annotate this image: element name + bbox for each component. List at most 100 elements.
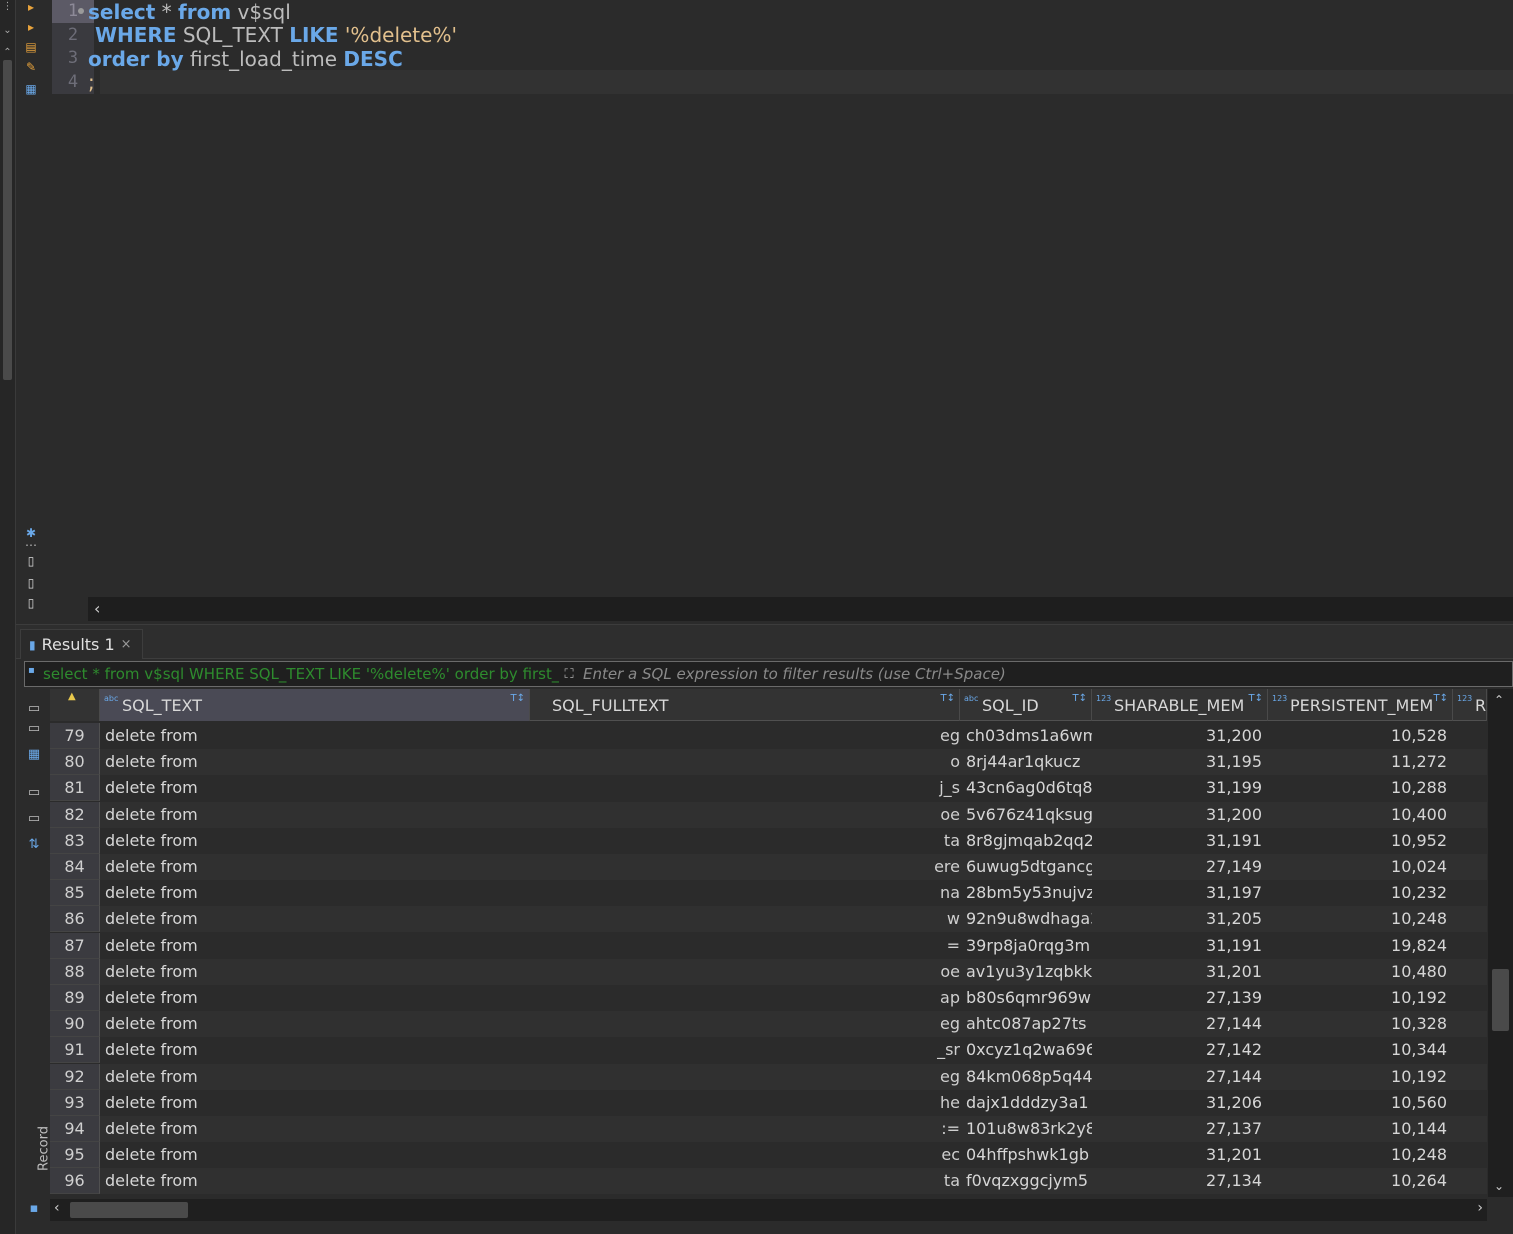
row-number[interactable]: 87 bbox=[50, 932, 100, 959]
menu-dots-icon[interactable]: ⋮ bbox=[2, 2, 13, 12]
column-header-sql-text[interactable]: abc SQL_TEXT T↕ bbox=[100, 689, 530, 721]
cell-sql-fulltext[interactable]: ta bbox=[530, 1168, 960, 1194]
row-number[interactable]: 96 bbox=[50, 1168, 100, 1195]
filter-input[interactable] bbox=[579, 665, 1512, 683]
row-number-header[interactable]: ▲ bbox=[50, 689, 100, 721]
cell-sql-fulltext[interactable]: na bbox=[530, 880, 960, 906]
cell-sharable-mem[interactable]: 31,201 bbox=[1092, 959, 1268, 985]
cell-sql-id[interactable]: ch03dms1a6wm8 bbox=[960, 723, 1092, 749]
cell-sql-id[interactable]: 0xcyz1q2wa696 bbox=[960, 1037, 1092, 1063]
column-header-sql-id[interactable]: abc SQL_ID T↕ bbox=[960, 689, 1092, 721]
layout-icon[interactable]: ▭ bbox=[26, 811, 42, 826]
cell-sql-id[interactable]: 92n9u8wdhaga3 bbox=[960, 906, 1092, 932]
chevron-up-icon[interactable]: ⌃ bbox=[2, 48, 13, 58]
row-number[interactable]: 82 bbox=[50, 801, 100, 828]
cell-sql-text[interactable]: delete from bbox=[100, 723, 530, 749]
cell-sharable-mem[interactable]: 27,144 bbox=[1092, 1011, 1268, 1037]
cell-sql-fulltext[interactable]: ec bbox=[530, 1142, 960, 1168]
cell-sql-text[interactable]: delete from bbox=[100, 1116, 530, 1142]
cell-persistent-mem[interactable]: 11,272 bbox=[1268, 749, 1453, 775]
code-line[interactable]: WHERE SQL_TEXT LIKE '%delete%' bbox=[88, 24, 457, 47]
row-number[interactable]: 84 bbox=[50, 854, 100, 880]
cell-sharable-mem[interactable]: 31,201 bbox=[1092, 1142, 1268, 1168]
horizontal-scroll-thumb[interactable] bbox=[70, 1202, 188, 1218]
cell-sharable-mem[interactable]: 31,200 bbox=[1092, 802, 1268, 828]
column-header-sql-fulltext[interactable]: SQL_FULLTEXT T↕ bbox=[530, 689, 960, 721]
table-row[interactable]: 84 delete from ere 6uwug5dtgancg 27,149 10,02… bbox=[50, 854, 1487, 880]
row-number[interactable]: 90 bbox=[50, 1011, 100, 1038]
cell-persistent-mem[interactable]: 10,480 bbox=[1268, 959, 1453, 985]
column-header-persistent-mem[interactable]: 123 PERSISTENT_MEM T↕ bbox=[1268, 689, 1453, 721]
cell-persistent-mem[interactable]: 10,264 bbox=[1268, 1168, 1453, 1194]
chevron-down-icon[interactable]: ⌄ bbox=[2, 26, 13, 36]
cell-sql-fulltext[interactable]: j_s bbox=[530, 775, 960, 801]
code-text[interactable]: select * from v$sql WHERE SQL_TEXT LIKE … bbox=[88, 0, 457, 94]
scroll-right-icon[interactable]: › bbox=[1477, 1200, 1483, 1216]
table-row[interactable]: 80 delete from o 8rj44ar1qkucz 31,195 11,272 bbox=[50, 749, 1487, 776]
cell-persistent-mem[interactable]: 19,824 bbox=[1268, 933, 1453, 959]
file-export-icon[interactable]: ▯ bbox=[24, 596, 38, 610]
cell-sharable-mem[interactable]: 31,195 bbox=[1092, 749, 1268, 775]
row-number[interactable]: 93 bbox=[50, 1089, 100, 1116]
previous-query-text[interactable]: ▪ select * from v$sql WHERE SQL_TEXT LIK… bbox=[25, 665, 559, 683]
table-row[interactable]: 79delete fromegch03dms1a6wm831,20010,528 bbox=[50, 723, 1487, 749]
cell-sql-text[interactable]: delete from bbox=[100, 1037, 530, 1063]
sort-filter-icon[interactable]: T↕ bbox=[941, 693, 956, 704]
row-number[interactable]: 80 bbox=[50, 749, 100, 776]
cell-persistent-mem[interactable]: 10,192 bbox=[1268, 1064, 1453, 1090]
outer-scroll-thumb[interactable] bbox=[3, 60, 12, 380]
code-line[interactable]: select * from v$sql bbox=[88, 0, 457, 24]
grid-horizontal-scrollbar[interactable]: ‹ › bbox=[50, 1199, 1487, 1221]
cell-sql-id[interactable]: ahtc087ap27ts bbox=[960, 1011, 1092, 1037]
close-icon[interactable]: × bbox=[121, 637, 132, 652]
cell-sharable-mem[interactable]: 31,205 bbox=[1092, 906, 1268, 932]
column-header-sharable-mem[interactable]: 123 SHARABLE_MEM T↕ bbox=[1092, 689, 1268, 721]
text-view-icon[interactable]: ▭ bbox=[26, 721, 42, 736]
cell-sharable-mem[interactable]: 31,197 bbox=[1092, 880, 1268, 906]
cell-sharable-mem[interactable]: 27,149 bbox=[1092, 854, 1268, 880]
cell-sharable-mem[interactable]: 31,206 bbox=[1092, 1090, 1268, 1116]
editor-horizontal-scrollbar[interactable]: ‹ bbox=[88, 597, 1513, 621]
cell-sql-fulltext[interactable]: o bbox=[530, 749, 960, 775]
scroll-left-icon[interactable]: ‹ bbox=[94, 599, 100, 618]
grid-view-icon[interactable]: ▭ bbox=[26, 701, 42, 716]
table-row[interactable]: 82 delete from oe 5v676z41qksug 31,200 10,400 bbox=[50, 801, 1487, 828]
cell-persistent-mem[interactable]: 10,560 bbox=[1268, 1090, 1453, 1116]
sort-filter-icon[interactable]: T↕ bbox=[1434, 693, 1449, 704]
outer-scrollbar[interactable]: ⋮ ⌄ ⌃ bbox=[0, 0, 16, 1234]
cell-sql-text[interactable]: delete from bbox=[100, 1168, 530, 1194]
cell-persistent-mem[interactable]: 10,024 bbox=[1268, 854, 1453, 880]
cell-sql-text[interactable]: delete from bbox=[100, 985, 530, 1011]
cell-sql-text[interactable]: delete from bbox=[100, 933, 530, 959]
tab-results-1[interactable]: ▮ Results 1 × bbox=[20, 629, 143, 659]
cell-sql-id[interactable]: b80s6qmr969wh bbox=[960, 985, 1092, 1011]
execute-new-tab-icon[interactable]: ▤ bbox=[24, 40, 38, 54]
cell-sql-fulltext[interactable]: _sr bbox=[530, 1037, 960, 1063]
cell-sharable-mem[interactable]: 31,191 bbox=[1092, 933, 1268, 959]
table-row[interactable]: 87 delete from = 39rp8ja0rqg3m 31,191 19,824 bbox=[50, 932, 1487, 959]
record-icon[interactable]: ▪ bbox=[26, 1201, 42, 1216]
cell-sql-fulltext[interactable]: oe bbox=[530, 959, 960, 985]
cell-sql-fulltext[interactable]: ap bbox=[530, 985, 960, 1011]
cell-sql-text[interactable]: delete from bbox=[100, 906, 530, 932]
file-icon[interactable]: ▯ bbox=[24, 554, 38, 568]
fold-marker-icon[interactable] bbox=[78, 8, 84, 14]
cell-persistent-mem[interactable]: 10,952 bbox=[1268, 828, 1453, 854]
cell-persistent-mem[interactable]: 10,328 bbox=[1268, 1011, 1453, 1037]
cell-sharable-mem[interactable]: 27,142 bbox=[1092, 1037, 1268, 1063]
table-icon[interactable]: ▦ bbox=[26, 747, 42, 762]
row-number[interactable]: 79 bbox=[50, 723, 100, 749]
cell-sql-text[interactable]: delete from bbox=[100, 1142, 530, 1168]
cell-sql-text[interactable]: delete from bbox=[100, 1011, 530, 1037]
vertical-scroll-thumb[interactable] bbox=[1492, 969, 1509, 1031]
execute-script-icon[interactable]: ▸ bbox=[24, 20, 38, 34]
row-number[interactable]: 89 bbox=[50, 985, 100, 1011]
cell-sql-text[interactable]: delete from bbox=[100, 749, 530, 775]
cell-sql-id[interactable]: 04hffpshwk1gb bbox=[960, 1142, 1092, 1168]
code-line[interactable]: ; bbox=[88, 70, 457, 94]
cell-sql-text[interactable]: delete from bbox=[100, 880, 530, 906]
cell-persistent-mem[interactable]: 10,248 bbox=[1268, 906, 1453, 932]
cell-sql-id[interactable]: f0vqzxggcjym5 bbox=[960, 1168, 1092, 1194]
results-grid[interactable]: ▲ abc SQL_TEXT T↕ SQL_FULLTEXT T↕ abc SQL_ID T↕ 1… bbox=[50, 689, 1487, 1197]
cell-sql-id[interactable]: 6uwug5dtgancg bbox=[960, 854, 1092, 880]
